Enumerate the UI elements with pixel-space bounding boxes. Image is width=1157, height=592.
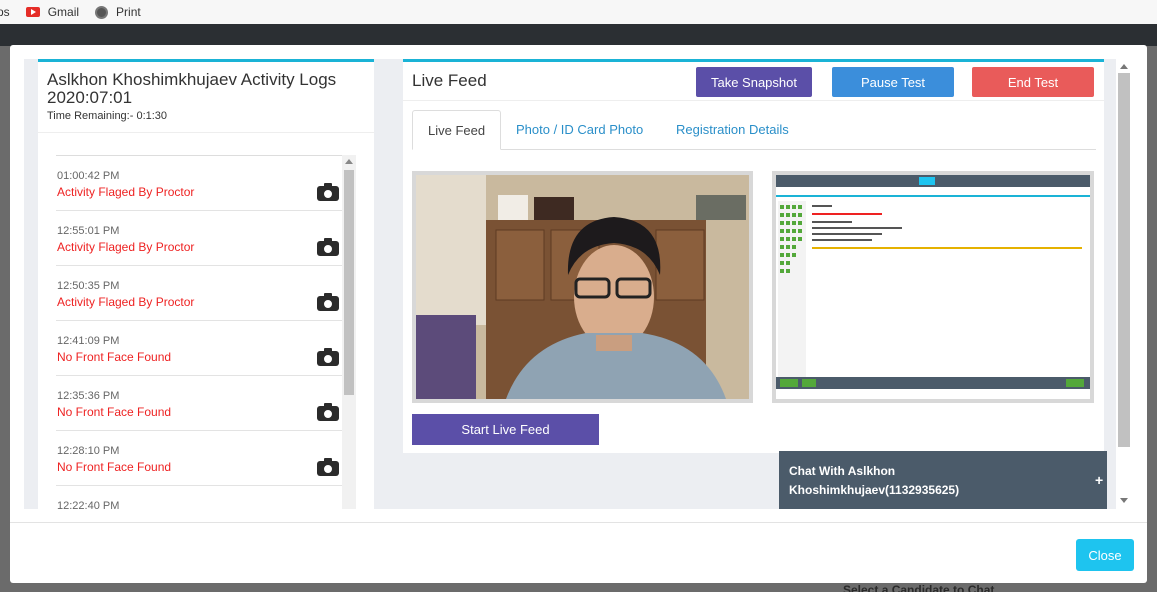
tab-live-feed[interactable]: Live Feed bbox=[412, 110, 502, 150]
scroll-down-arrow-icon[interactable] bbox=[1120, 498, 1128, 503]
activity-log-title: Aslkhon Khoshimkhujaev Activity Logs 202… bbox=[47, 70, 337, 107]
log-item: 12:22:40 PM bbox=[56, 486, 356, 509]
webcam-image bbox=[416, 175, 749, 399]
globe-icon bbox=[95, 5, 109, 19]
bookmark-print[interactable]: Print bbox=[95, 5, 141, 19]
camera-icon[interactable] bbox=[317, 183, 339, 201]
chat-widget[interactable]: Chat With Aslkhon Khoshimkhujaev(1132935… bbox=[779, 451, 1107, 509]
log-time: 12:28:10 PM bbox=[57, 445, 120, 457]
youtube-icon bbox=[25, 7, 40, 17]
log-item: 01:00:42 PM Activity Flaged By Proctor bbox=[56, 156, 356, 211]
modal-footer: Close bbox=[10, 522, 1147, 583]
log-time: 01:00:42 PM bbox=[57, 170, 120, 182]
log-scrollbar-thumb[interactable] bbox=[344, 170, 354, 395]
log-item: 12:55:01 PM Activity Flaged By Proctor bbox=[56, 211, 356, 266]
modal-scrollbar-thumb[interactable] bbox=[1118, 73, 1130, 447]
background-chat-prompt: Select a Candidate to Chat bbox=[843, 583, 995, 592]
camera-icon[interactable] bbox=[317, 348, 339, 366]
close-button[interactable]: Close bbox=[1076, 539, 1134, 571]
expand-chat-icon[interactable]: + bbox=[1095, 472, 1103, 488]
activity-log-panel: Aslkhon Khoshimkhujaev Activity Logs 202… bbox=[38, 59, 374, 509]
end-test-button[interactable]: End Test bbox=[972, 67, 1094, 97]
divider bbox=[38, 132, 374, 133]
log-time: 12:35:36 PM bbox=[57, 390, 120, 402]
activity-log-list: 01:00:42 PM Activity Flaged By Proctor 1… bbox=[56, 155, 356, 509]
camera-icon[interactable] bbox=[317, 403, 339, 421]
time-remaining: Time Remaining:- 0:1:30 bbox=[47, 110, 168, 122]
divider bbox=[403, 100, 1104, 101]
log-item: 12:35:36 PM No Front Face Found bbox=[56, 376, 356, 431]
tab-registration-details[interactable]: Registration Details bbox=[661, 110, 804, 150]
log-message: Activity Flaged By Proctor bbox=[57, 295, 195, 309]
log-item: 12:28:10 PM No Front Face Found bbox=[56, 431, 356, 486]
camera-icon[interactable] bbox=[317, 238, 339, 256]
log-message: Activity Flaged By Proctor bbox=[57, 185, 195, 199]
bookmark-label: Print bbox=[116, 5, 141, 19]
screen-capture-image bbox=[776, 175, 1090, 399]
log-message: No Front Face Found bbox=[57, 350, 172, 364]
modal-body: Aslkhon Khoshimkhujaev Activity Logs 202… bbox=[24, 59, 1134, 509]
app-header-bar bbox=[0, 24, 1157, 46]
log-time: 12:41:09 PM bbox=[57, 335, 120, 347]
log-message: Activity Flaged By Proctor bbox=[57, 240, 195, 254]
feed-tabs: Live Feed Photo / ID Card Photo Registra… bbox=[412, 110, 1096, 150]
bookmark-label: Gmail bbox=[47, 5, 80, 19]
log-time: 12:22:40 PM bbox=[57, 500, 120, 509]
screen-share-feed bbox=[772, 171, 1094, 403]
bookmark-label: ps bbox=[0, 5, 10, 19]
pause-test-button[interactable]: Pause Test bbox=[832, 67, 954, 97]
log-item: 12:41:09 PM No Front Face Found bbox=[56, 321, 356, 376]
bookmark-apps[interactable]: ps bbox=[0, 5, 10, 19]
start-live-feed-button[interactable]: Start Live Feed bbox=[412, 414, 599, 445]
log-scrollbar[interactable] bbox=[342, 155, 356, 509]
bookmark-gmail[interactable]: Gmail bbox=[25, 5, 80, 19]
log-time: 12:50:35 PM bbox=[57, 280, 120, 292]
tab-photo-id-card[interactable]: Photo / ID Card Photo bbox=[501, 110, 658, 150]
webcam-feed bbox=[412, 171, 753, 403]
activity-modal: Aslkhon Khoshimkhujaev Activity Logs 202… bbox=[10, 45, 1147, 583]
log-time: 12:55:01 PM bbox=[57, 225, 120, 237]
scroll-up-arrow-icon[interactable] bbox=[345, 159, 353, 164]
live-feed-title: Live Feed bbox=[412, 71, 487, 90]
log-message: No Front Face Found bbox=[57, 460, 172, 474]
take-snapshot-button[interactable]: Take Snapshot bbox=[696, 67, 812, 97]
bookmarks-bar: ps Gmail Print bbox=[0, 0, 1157, 24]
log-message: No Front Face Found bbox=[57, 405, 172, 419]
live-feed-panel: Live Feed Take Snapshot Pause Test End T… bbox=[403, 59, 1104, 453]
camera-icon[interactable] bbox=[317, 293, 339, 311]
log-item: 12:50:35 PM Activity Flaged By Proctor bbox=[56, 266, 356, 321]
camera-icon[interactable] bbox=[317, 458, 339, 476]
scroll-up-arrow-icon[interactable] bbox=[1120, 64, 1128, 69]
chat-title: Chat With Aslkhon Khoshimkhujaev(1132935… bbox=[789, 464, 960, 497]
modal-scrollbar[interactable] bbox=[1116, 59, 1134, 509]
